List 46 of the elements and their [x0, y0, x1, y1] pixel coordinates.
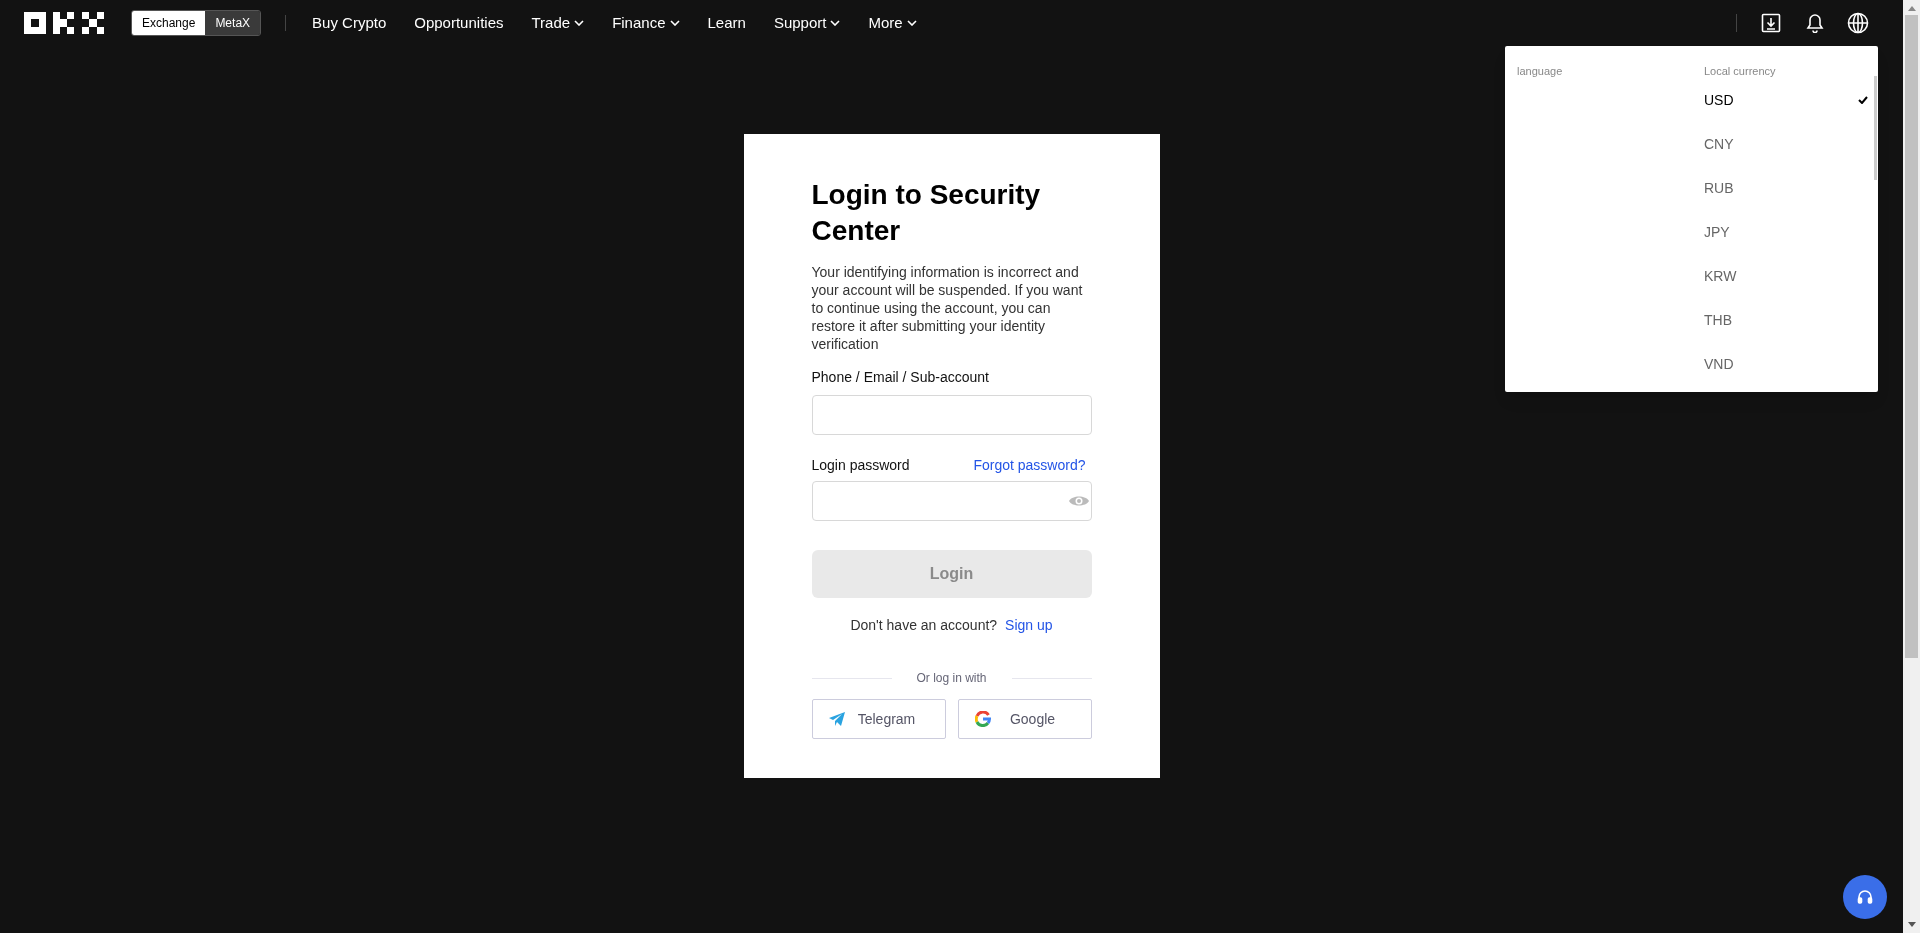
download-icon[interactable] [1761, 13, 1781, 33]
paper-plane-icon [828, 712, 845, 726]
signup-prompt: Don't have an account? [850, 616, 998, 635]
mode-tab[interactable]: MetaX [205, 11, 261, 35]
nav-link[interactable]: Learn [693, 11, 760, 35]
nav-link[interactable]: Buy Crypto [298, 11, 401, 35]
checkmark-icon [1858, 96, 1868, 104]
currency-option[interactable]: THB [1704, 298, 1878, 342]
warning-message: Your identifying information is incorrect and your account will be suspended. If you want to continue using the account, you can restore it after submitting your identity verification [811, 263, 1084, 353]
currency-option[interactable]: CNY [1704, 122, 1878, 166]
chevron-down-icon [669, 20, 680, 26]
forgot-password-link[interactable]: Forgot password? [973, 455, 1086, 476]
chevron-down-icon [574, 20, 585, 26]
mode-tab[interactable]: Exchange [132, 11, 206, 35]
currency-option[interactable]: KRW [1704, 254, 1878, 298]
support-chat-button[interactable] [1843, 875, 1887, 919]
currency-heading: Local currency [1704, 64, 1776, 79]
chevron-down-icon [906, 20, 917, 26]
page-scrollbar[interactable] [1903, 0, 1920, 933]
nav-link[interactable]: Finance [598, 11, 694, 35]
language-heading: language [1517, 64, 1563, 79]
sign-up-link[interactable]: Sign up [1005, 615, 1053, 636]
login-title: Login to Security Center [811, 178, 1042, 248]
account-input[interactable] [811, 395, 1092, 435]
headset-icon [1857, 889, 1873, 905]
currency-option[interactable]: VND [1704, 342, 1878, 386]
scroll-down-arrow-icon[interactable] [1907, 922, 1916, 927]
chevron-down-icon [830, 20, 841, 26]
account-label: Phone / Email / Sub-account [811, 368, 989, 387]
google-g-icon [974, 711, 991, 727]
currency-option[interactable]: RUB [1704, 166, 1878, 210]
globe-icon[interactable] [1847, 12, 1869, 34]
nav-link[interactable]: More [854, 11, 931, 35]
nav-link[interactable]: Trade [517, 11, 599, 35]
divider-label: Or log in with [915, 670, 988, 687]
scroll-up-arrow-icon[interactable] [1907, 6, 1916, 11]
logo-icon[interactable] [24, 12, 104, 34]
notification-bell-icon[interactable] [1805, 13, 1825, 33]
nav-link[interactable]: Opportunities [400, 11, 518, 35]
social-login-button[interactable]: Telegram [811, 699, 946, 739]
currency-option[interactable]: USD [1704, 78, 1878, 122]
password-input[interactable] [811, 481, 1092, 521]
social-login-button[interactable]: Google [957, 699, 1092, 739]
password-label: Login password [811, 456, 910, 475]
nav-link[interactable]: Support [759, 11, 855, 35]
currency-option[interactable]: JPY [1704, 210, 1878, 254]
